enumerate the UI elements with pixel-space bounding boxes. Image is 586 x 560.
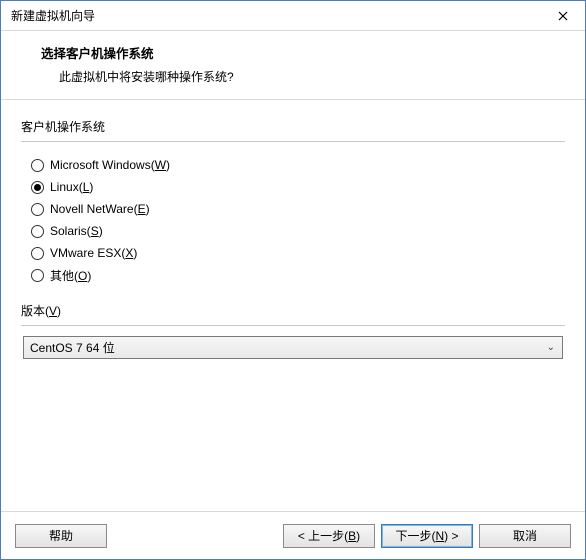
radio-label: 其他(O) — [50, 267, 91, 284]
page-subtitle: 此虚拟机中将安装哪种操作系统? — [41, 68, 561, 85]
radio-icon — [31, 181, 44, 194]
window-title: 新建虚拟机向导 — [11, 7, 95, 24]
os-option-windows[interactable]: Microsoft Windows(W) — [31, 154, 561, 176]
help-button[interactable]: 帮助 — [15, 524, 107, 548]
version-section: 版本(V) CentOS 7 64 位 ⌄ — [21, 302, 565, 359]
close-icon — [558, 11, 568, 21]
radio-icon — [31, 159, 44, 172]
wizard-header: 选择客户机操作系统 此虚拟机中将安装哪种操作系统? — [1, 31, 585, 100]
page-title: 选择客户机操作系统 — [41, 43, 561, 62]
wizard-content: 客户机操作系统 Microsoft Windows(W) Linux(L) No… — [1, 100, 585, 511]
next-button[interactable]: 下一步(N) > — [381, 524, 473, 548]
radio-icon — [31, 269, 44, 282]
radio-label: Linux(L) — [50, 180, 93, 194]
radio-label: Solaris(S) — [50, 224, 103, 238]
version-label: 版本(V) — [21, 302, 565, 319]
os-group-label: 客户机操作系统 — [21, 118, 565, 135]
radio-icon — [31, 247, 44, 260]
radio-icon — [31, 225, 44, 238]
radio-label: VMware ESX(X) — [50, 246, 137, 260]
radio-icon — [31, 203, 44, 216]
os-radio-group: Microsoft Windows(W) Linux(L) Novell Net… — [21, 141, 565, 296]
wizard-window: 新建虚拟机向导 选择客户机操作系统 此虚拟机中将安装哪种操作系统? 客户机操作系… — [0, 0, 586, 560]
close-button[interactable] — [549, 5, 577, 27]
version-box: CentOS 7 64 位 ⌄ — [21, 325, 565, 359]
dropdown-value: CentOS 7 64 位 — [30, 339, 115, 356]
version-dropdown[interactable]: CentOS 7 64 位 ⌄ — [23, 336, 563, 359]
chevron-down-icon: ⌄ — [544, 342, 558, 353]
os-option-netware[interactable]: Novell NetWare(E) — [31, 198, 561, 220]
wizard-footer: 帮助 < 上一步(B) 下一步(N) > 取消 — [1, 511, 585, 559]
os-option-linux[interactable]: Linux(L) — [31, 176, 561, 198]
titlebar: 新建虚拟机向导 — [1, 1, 585, 31]
cancel-button[interactable]: 取消 — [479, 524, 571, 548]
os-option-solaris[interactable]: Solaris(S) — [31, 220, 561, 242]
os-option-other[interactable]: 其他(O) — [31, 264, 561, 286]
back-button[interactable]: < 上一步(B) — [283, 524, 375, 548]
radio-label: Novell NetWare(E) — [50, 202, 150, 216]
os-option-esx[interactable]: VMware ESX(X) — [31, 242, 561, 264]
radio-label: Microsoft Windows(W) — [50, 158, 170, 172]
